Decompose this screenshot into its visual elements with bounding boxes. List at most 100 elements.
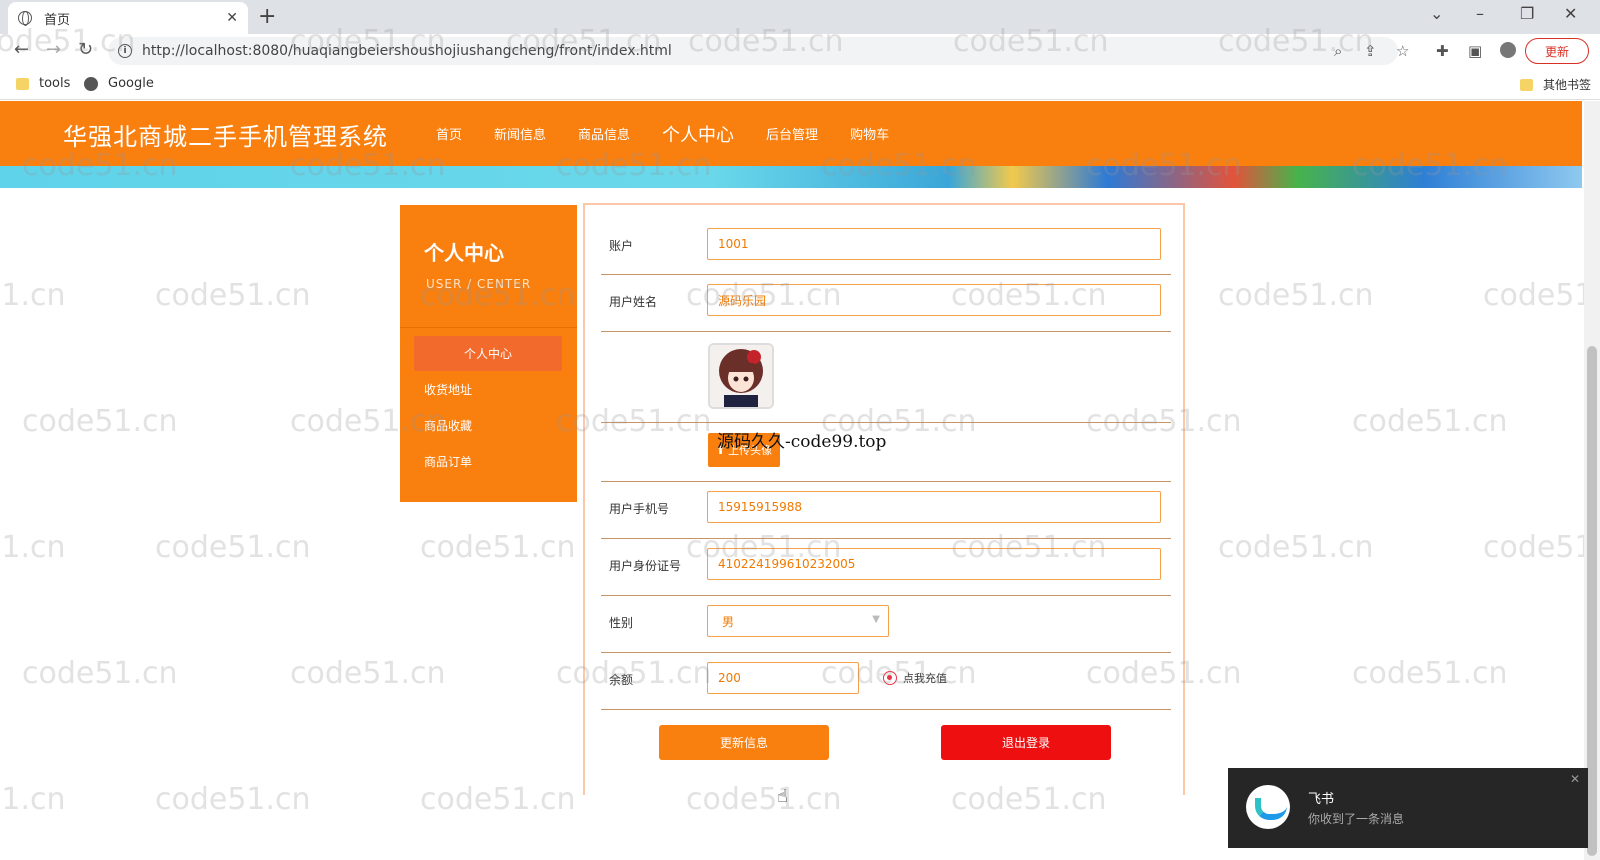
gender-label: 性别 [609, 616, 634, 630]
name-row: 用户姓名 [601, 275, 1171, 332]
url-text: http://localhost:8080/huaqiangbeiershous… [142, 43, 672, 59]
watermark: code51.cn [155, 782, 311, 817]
sidebar-item-favorites[interactable]: 商品收藏 [424, 417, 472, 434]
feishu-notification[interactable]: 飞书 你收到了一条消息 ✕ [1228, 768, 1588, 848]
zoom-icon[interactable]: ⌕ [1334, 42, 1342, 60]
site-info-icon[interactable]: i [118, 44, 132, 58]
share-icon[interactable]: ⇪ [1364, 42, 1377, 60]
account-label: 账户 [609, 239, 634, 253]
window-close-icon[interactable]: ✕ [1564, 4, 1577, 23]
site-title: 华强北商城二手手机管理系统 [63, 123, 388, 151]
gender-select[interactable]: 男 ▼ [707, 605, 889, 637]
balance-row: 余额 点我充值 [601, 653, 1171, 710]
chevron-down-icon: ▼ [872, 614, 880, 625]
nav-news[interactable]: 新闻信息 [494, 124, 546, 143]
scrollbar-thumb[interactable] [1587, 346, 1597, 856]
watermark: code51.cn [1218, 278, 1374, 313]
avatar-row [601, 332, 1171, 423]
watermark: code51.cn [1483, 530, 1600, 565]
nav-admin[interactable]: 后台管理 [766, 124, 818, 143]
feishu-logo-icon [1246, 785, 1290, 829]
watermark: code51.cn [290, 656, 446, 691]
bookmark-label: tools [39, 76, 71, 91]
logout-label: 退出登录 [1001, 736, 1050, 750]
idcard-row: 用户身份证号 [601, 539, 1171, 596]
bookmarks-bar: tools Google 其他书签 [0, 68, 1600, 100]
watermark: code51.cn [155, 278, 311, 313]
reload-icon[interactable]: ↻ [78, 39, 93, 60]
phone-row: 用户手机号 [601, 482, 1171, 539]
sidebar-subtitle: USER / CENTER [426, 277, 532, 291]
watermark: code51.cn [22, 656, 178, 691]
browser-update-button[interactable]: 更新 [1525, 38, 1589, 64]
balance-label: 余额 [609, 673, 634, 687]
bookmark-label: Google [108, 76, 154, 91]
watermark: code51.cn [0, 530, 66, 565]
new-tab-button[interactable]: + [258, 4, 276, 29]
browser-toolbar: ← → ↻ i http://localhost:8080/huaqiangbe… [0, 34, 1600, 68]
back-icon[interactable]: ← [14, 39, 29, 60]
recharge-radio-icon [883, 671, 897, 685]
watermark: code51.cn [0, 278, 66, 313]
idcard-label: 用户身份证号 [609, 559, 682, 573]
forward-icon[interactable]: → [46, 39, 61, 60]
watermark: code51.cn [420, 782, 576, 817]
idcard-input[interactable] [707, 548, 1161, 580]
notification-title: 飞书 [1308, 792, 1335, 807]
address-bar[interactable]: i http://localhost:8080/huaqiangbeiersho… [108, 37, 1398, 65]
browser-tab[interactable]: 首页 ✕ [8, 2, 248, 34]
tab-search-icon[interactable]: ⌄ [1430, 4, 1443, 23]
notification-close-icon[interactable]: ✕ [1570, 772, 1580, 786]
sidebar-item-address[interactable]: 收货地址 [424, 381, 472, 398]
page-scrollbar[interactable] [1584, 101, 1600, 860]
sidebar-item-orders[interactable]: 商品订单 [424, 453, 472, 470]
recharge-label: 点我充值 [903, 672, 947, 685]
other-bookmarks[interactable]: 其他书签 [1520, 76, 1591, 93]
sidebar-divider [400, 327, 577, 328]
folder-icon [16, 77, 29, 90]
nav-home[interactable]: 首页 [436, 124, 462, 143]
restore-icon[interactable]: ❐ [1520, 4, 1534, 23]
side-panel-icon[interactable]: ▣ [1468, 42, 1482, 60]
profile-form: 账户 用户姓名 ⬆ 上传头像 源码久久-code99.top 用户手机号 用户身… [583, 203, 1185, 795]
banner-image [0, 166, 1582, 188]
name-input[interactable] [707, 284, 1161, 316]
phone-input[interactable] [707, 491, 1161, 523]
folder-icon [1520, 78, 1533, 91]
overlay-watermark-text: 源码久久-code99.top [717, 432, 887, 452]
gender-value: 男 [722, 614, 735, 629]
minimize-icon[interactable]: – [1476, 4, 1484, 23]
bookmark-tools[interactable]: tools [16, 76, 70, 91]
watermark: code51.cn [0, 782, 66, 817]
watermark: code51.cn [22, 404, 178, 439]
globe-icon [18, 11, 32, 26]
site-header: 华强北商城二手手机管理系统 首页 新闻信息 商品信息 个人中心 后台管理 购物车 [0, 101, 1582, 166]
account-input[interactable] [707, 228, 1161, 260]
user-center-sidebar: 个人中心 USER / CENTER 个人中心 收货地址 商品收藏 商品订单 [400, 205, 577, 502]
recharge-link[interactable]: 点我充值 [883, 670, 947, 686]
name-label: 用户姓名 [609, 295, 658, 309]
profile-icon[interactable] [1500, 42, 1516, 58]
sidebar-item-user-center[interactable]: 个人中心 [414, 336, 562, 371]
nav-cart[interactable]: 购物车 [850, 124, 889, 143]
close-tab-icon[interactable]: ✕ [226, 10, 238, 26]
bookmark-label: 其他书签 [1543, 78, 1592, 92]
bookmark-google[interactable]: Google [84, 76, 154, 91]
nav-user-center[interactable]: 个人中心 [662, 121, 734, 147]
watermark: code51.cn [1218, 530, 1374, 565]
watermark: code51.cn [1352, 656, 1508, 691]
avatar-illustration [710, 345, 772, 407]
main-nav: 首页 新闻信息 商品信息 个人中心 后台管理 购物车 [436, 101, 921, 166]
watermark: code51.cn [420, 530, 576, 565]
update-label: 更新 [1544, 44, 1569, 59]
notification-message: 你收到了一条消息 [1308, 812, 1405, 826]
phone-label: 用户手机号 [609, 502, 670, 516]
nav-products[interactable]: 商品信息 [578, 124, 630, 143]
extensions-icon[interactable]: ✚ [1436, 42, 1449, 60]
tab-title: 首页 [44, 12, 71, 28]
bookmark-star-icon[interactable]: ☆ [1396, 42, 1409, 60]
balance-input[interactable] [707, 662, 859, 694]
watermark: code51.cn [1483, 278, 1600, 313]
update-info-button[interactable]: 更新信息 [659, 725, 829, 760]
logout-button[interactable]: 退出登录 [941, 725, 1111, 760]
